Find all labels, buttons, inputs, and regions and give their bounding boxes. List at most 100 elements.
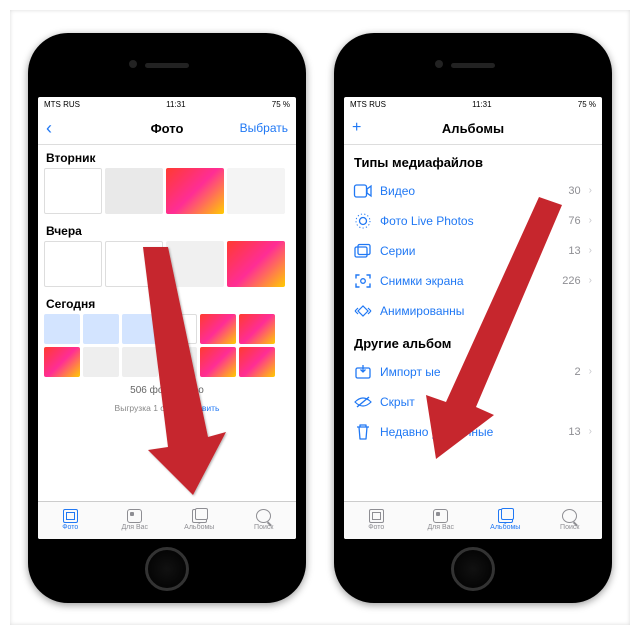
upload-status: Выгрузка 1 объестановить	[38, 400, 296, 414]
tab-foryou[interactable]: Для Вас	[103, 502, 168, 539]
status-battery: 75 %	[578, 100, 596, 109]
row-live[interactable]: Фото Live Photos 76 ›	[344, 206, 602, 236]
photo-thumb[interactable]	[227, 168, 285, 214]
status-carrier: MTS RUS	[44, 100, 80, 109]
photo-thumb[interactable]	[166, 168, 224, 214]
row-label: Фото Live Photos	[380, 214, 560, 228]
trash-icon	[354, 423, 372, 441]
status-carrier: MTS RUS	[350, 100, 386, 109]
photo-thumb[interactable]	[44, 347, 80, 377]
nav-bar: ‹ Фото Выбрать	[38, 113, 296, 145]
phone-right: MTS RUS 11:31 75 % + Альбомы Типы медиаф…	[334, 33, 612, 603]
photos-icon	[369, 509, 384, 523]
tab-search[interactable]: Поиск	[232, 502, 297, 539]
row-video[interactable]: Видео 30 ›	[344, 176, 602, 206]
photo-thumb[interactable]	[227, 241, 285, 287]
outer-frame: MTS RUS 11:31 75 % ‹ Фото Выбрать Вторни…	[0, 0, 640, 635]
status-bar: MTS RUS 11:31 75 %	[38, 97, 296, 113]
status-battery: 75 %	[272, 100, 290, 109]
row-count: 13	[568, 426, 580, 438]
chevron-right-icon: ›	[589, 215, 592, 226]
tab-label: Фото	[368, 524, 384, 531]
row-count: 226	[562, 275, 580, 287]
tab-search[interactable]: Поиск	[538, 502, 603, 539]
tab-albums[interactable]: Альбомы	[167, 502, 232, 539]
row-hidden[interactable]: Скрыт	[344, 387, 602, 417]
row-label: Недавно удаленные	[380, 425, 560, 439]
status-bar: MTS RUS 11:31 75 %	[344, 97, 602, 113]
nav-title: Альбомы	[344, 121, 602, 136]
photo-thumb[interactable]	[161, 314, 197, 344]
row-label: Импорт ые	[380, 365, 567, 379]
media-types-header: Типы медиафайлов	[344, 145, 602, 176]
select-button[interactable]: Выбрать	[240, 121, 288, 135]
photo-thumb[interactable]	[44, 168, 102, 214]
tab-photos[interactable]: Фото	[344, 502, 409, 539]
row-screenshots[interactable]: Снимки экрана 226 ›	[344, 266, 602, 296]
live-photos-icon	[354, 212, 372, 230]
screenshot-icon	[354, 272, 372, 290]
photos-icon	[63, 509, 78, 523]
row-label: Анимированны	[380, 304, 592, 318]
tab-photos[interactable]: Фото	[38, 502, 103, 539]
upload-stop-link[interactable]: становить	[180, 403, 220, 413]
search-icon	[562, 509, 577, 523]
import-icon	[354, 363, 372, 381]
row-label: Серии	[380, 244, 560, 258]
photo-thumb[interactable]	[239, 347, 275, 377]
home-button[interactable]	[145, 547, 189, 591]
albums-content[interactable]: Типы медиафайлов Видео 30 › Фото Live Ph…	[344, 145, 602, 501]
upload-text: Выгрузка 1 объе	[115, 403, 180, 413]
screen-albums: MTS RUS 11:31 75 % + Альбомы Типы медиаф…	[344, 97, 602, 539]
add-button[interactable]: +	[352, 119, 361, 137]
thumbs-yesterday	[38, 241, 296, 291]
hidden-icon	[354, 393, 372, 411]
photo-thumb[interactable]	[122, 314, 158, 344]
phone-left: MTS RUS 11:31 75 % ‹ Фото Выбрать Вторни…	[28, 33, 306, 603]
home-button[interactable]	[451, 547, 495, 591]
photo-thumb[interactable]	[105, 241, 163, 287]
search-icon	[256, 509, 271, 523]
back-button[interactable]: ‹	[46, 118, 52, 139]
row-imports[interactable]: Импорт ые 2 ›	[344, 357, 602, 387]
video-icon	[354, 182, 372, 200]
photo-thumb[interactable]	[200, 347, 236, 377]
photo-thumb[interactable]	[200, 314, 236, 344]
chevron-right-icon: ›	[589, 185, 592, 196]
photo-thumb[interactable]	[83, 314, 119, 344]
row-count: 2	[575, 366, 581, 378]
foryou-icon	[127, 509, 142, 523]
tab-label: Альбомы	[490, 524, 520, 531]
photo-content[interactable]: Вторник Вчера Сегодня	[38, 145, 296, 501]
section-yesterday: Вчера	[38, 218, 296, 241]
photo-thumb[interactable]	[83, 347, 119, 377]
albums-icon	[192, 509, 207, 523]
row-burst[interactable]: Серии 13 ›	[344, 236, 602, 266]
speaker-slot	[451, 63, 495, 68]
status-time: 11:31	[472, 100, 491, 109]
thumbs-tuesday	[38, 168, 296, 218]
section-tuesday: Вторник	[38, 145, 296, 168]
tab-bar: Фото Для Вас Альбомы Поиск	[38, 501, 296, 539]
photo-thumb[interactable]	[166, 241, 224, 287]
animated-icon	[354, 302, 372, 320]
chevron-right-icon: ›	[589, 426, 592, 437]
other-albums-header: Другие альбом	[344, 326, 602, 357]
photo-thumb[interactable]	[44, 241, 102, 287]
photo-thumb[interactable]	[122, 347, 158, 377]
section-today: Сегодня	[38, 291, 296, 314]
thumbs-today	[38, 314, 296, 381]
photo-thumb[interactable]	[105, 168, 163, 214]
row-count: 13	[568, 245, 580, 257]
photo-thumb[interactable]	[44, 314, 80, 344]
chevron-right-icon: ›	[589, 366, 592, 377]
tab-foryou[interactable]: Для Вас	[409, 502, 474, 539]
tab-albums[interactable]: Альбомы	[473, 502, 538, 539]
burst-icon	[354, 242, 372, 260]
photo-thumb[interactable]	[161, 347, 197, 377]
row-recently-deleted[interactable]: Недавно удаленные 13 ›	[344, 417, 602, 447]
tab-label: Альбомы	[184, 524, 214, 531]
photo-thumb[interactable]	[239, 314, 275, 344]
row-animated[interactable]: Анимированны	[344, 296, 602, 326]
tab-bar: Фото Для Вас Альбомы Поиск	[344, 501, 602, 539]
